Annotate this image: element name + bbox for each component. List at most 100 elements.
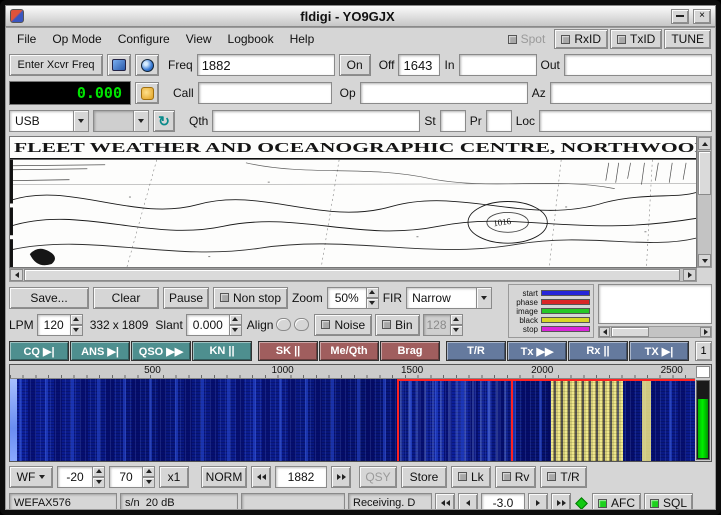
az-input[interactable]	[549, 82, 712, 104]
align-left-button[interactable]	[276, 318, 292, 331]
macro-button-qso[interactable]: QSO ▶▶	[131, 341, 191, 361]
wefax-vertical-scrollbar[interactable]	[697, 136, 712, 268]
spin-up[interactable]	[365, 286, 379, 298]
save-button[interactable]: Save...	[9, 286, 89, 309]
fine-tune-value[interactable]: -3.0	[481, 493, 525, 509]
scroll-up-button[interactable]	[698, 137, 711, 150]
align-right-button[interactable]	[294, 318, 310, 331]
slant-spinner[interactable]: 0.000	[185, 313, 242, 336]
loc-input[interactable]	[539, 110, 712, 132]
close-button[interactable]: ×	[693, 8, 711, 24]
store-button[interactable]: Store	[401, 465, 447, 488]
spin-down[interactable]	[69, 324, 83, 336]
scroll-left-button[interactable]	[599, 327, 610, 337]
fir-select[interactable]: Narrow	[406, 286, 493, 309]
wefax-horizontal-scrollbar[interactable]	[9, 268, 697, 282]
mode-status-button[interactable]: WEFAX576	[9, 492, 117, 509]
fine-tune-fast-up-button[interactable]	[551, 493, 571, 509]
macro-button-tx[interactable]: Tx ▶▶	[507, 341, 567, 361]
carrier-left-button[interactable]	[251, 465, 271, 488]
preview-scrollbar[interactable]	[598, 326, 712, 338]
macro-button-ans[interactable]: ANS ▶|	[70, 341, 130, 361]
menu-file[interactable]: File	[10, 30, 43, 48]
reverse-toggle[interactable]: Rv	[494, 465, 537, 488]
st-input[interactable]	[439, 110, 466, 132]
titlebar[interactable]: fldigi - YO9GJX ×	[5, 5, 716, 27]
fine-tune-fast-down-button[interactable]	[435, 493, 455, 509]
out-input[interactable]	[563, 54, 712, 76]
spin-down[interactable]	[142, 476, 155, 488]
wf-range-spinner[interactable]: 70	[109, 465, 155, 488]
off-input[interactable]	[398, 54, 441, 76]
menu-configure[interactable]: Configure	[111, 30, 177, 48]
txid-toggle[interactable]: TxID	[609, 29, 663, 49]
preview-scroll-thumb[interactable]	[611, 327, 649, 337]
fine-tune-up-button[interactable]	[528, 493, 548, 509]
spin-up[interactable]	[142, 465, 155, 477]
pr-input[interactable]	[485, 110, 512, 132]
tr-toggle[interactable]: T/R	[540, 465, 587, 488]
macro-button-cq[interactable]: CQ ▶|	[9, 341, 69, 361]
in-input[interactable]	[458, 54, 537, 76]
spin-down[interactable]	[92, 476, 105, 488]
macro-button-tr[interactable]: T/R	[446, 341, 506, 361]
macro-button-brag[interactable]: Brag	[380, 341, 440, 361]
revert-button[interactable]: ↻	[153, 110, 175, 132]
qth-input[interactable]	[212, 110, 421, 132]
call-input[interactable]	[197, 82, 332, 104]
minimize-button[interactable]	[671, 8, 689, 24]
bandwidth-select	[93, 110, 149, 132]
macro-set-button[interactable]: 1	[695, 341, 712, 361]
scroll-down-button[interactable]	[698, 254, 711, 267]
bin-toggle[interactable]: Bin	[375, 313, 420, 336]
carrier-frequency-value[interactable]: 1882	[275, 465, 327, 488]
on-button[interactable]: On	[338, 54, 371, 76]
spin-up[interactable]	[69, 313, 83, 325]
wefax-received-image[interactable]: FLEET WEATHER AND OCEANOGRAPHIC CENTRE, …	[9, 136, 697, 268]
world-clock-button[interactable]	[135, 54, 159, 76]
spin-down[interactable]	[228, 324, 242, 336]
enter-xcvr-freq-button[interactable]: Enter Xcvr Freq	[9, 54, 103, 76]
macro-button-sk[interactable]: SK ||	[258, 341, 318, 361]
scroll-right-button[interactable]	[683, 269, 696, 281]
qsy-hand-button[interactable]	[135, 82, 159, 104]
pause-button[interactable]: Pause	[163, 286, 209, 309]
op-input[interactable]	[359, 82, 528, 104]
wf-zoom-button[interactable]: x1	[159, 465, 189, 488]
menu-help[interactable]: Help	[283, 30, 322, 48]
vertical-scroll-thumb[interactable]	[698, 151, 711, 195]
macro-button-tx2[interactable]: TX ▶|	[629, 341, 689, 361]
sql-toggle[interactable]: SQL	[644, 493, 694, 509]
lock-toggle[interactable]: Lk	[451, 465, 491, 488]
lpm-spinner[interactable]: 120	[36, 313, 83, 336]
tune-button[interactable]: TUNE	[664, 29, 711, 49]
zoom-spinner[interactable]: 50%	[326, 286, 379, 309]
rxid-toggle[interactable]: RxID	[554, 29, 608, 49]
macro-button-rx[interactable]: Rx ||	[568, 341, 628, 361]
spin-down[interactable]	[365, 297, 379, 309]
spot-toggle: Spot	[500, 29, 553, 49]
wf-mode-button[interactable]: WF	[9, 465, 53, 488]
scroll-left-button[interactable]	[10, 269, 23, 281]
noise-toggle[interactable]: Noise	[314, 313, 373, 336]
menu-view[interactable]: View	[179, 30, 219, 48]
non-stop-toggle[interactable]: Non stop	[213, 286, 289, 309]
horizontal-scroll-thumb[interactable]	[24, 269, 680, 281]
carrier-right-button[interactable]	[331, 465, 351, 488]
macro-button-kn[interactable]: KN ||	[192, 341, 252, 361]
rig-control-button[interactable]	[107, 54, 131, 76]
spin-up[interactable]	[92, 465, 105, 477]
wf-lower-limit-spinner[interactable]: -20	[57, 465, 105, 488]
scroll-right-button[interactable]	[700, 327, 711, 337]
clear-button[interactable]: Clear	[93, 286, 159, 309]
afc-toggle[interactable]: AFC	[592, 493, 641, 509]
menu-logbook[interactable]: Logbook	[221, 30, 281, 48]
menu-op-mode[interactable]: Op Mode	[45, 30, 108, 48]
fine-tune-down-button[interactable]	[458, 493, 478, 509]
freq-input[interactable]	[196, 54, 335, 76]
macro-button-me-qth[interactable]: Me/Qth	[319, 341, 379, 361]
spin-up[interactable]	[228, 313, 242, 325]
norm-button[interactable]: NORM	[201, 465, 247, 488]
waterfall-display[interactable]	[10, 379, 695, 461]
mode-select[interactable]: USB	[9, 110, 89, 132]
